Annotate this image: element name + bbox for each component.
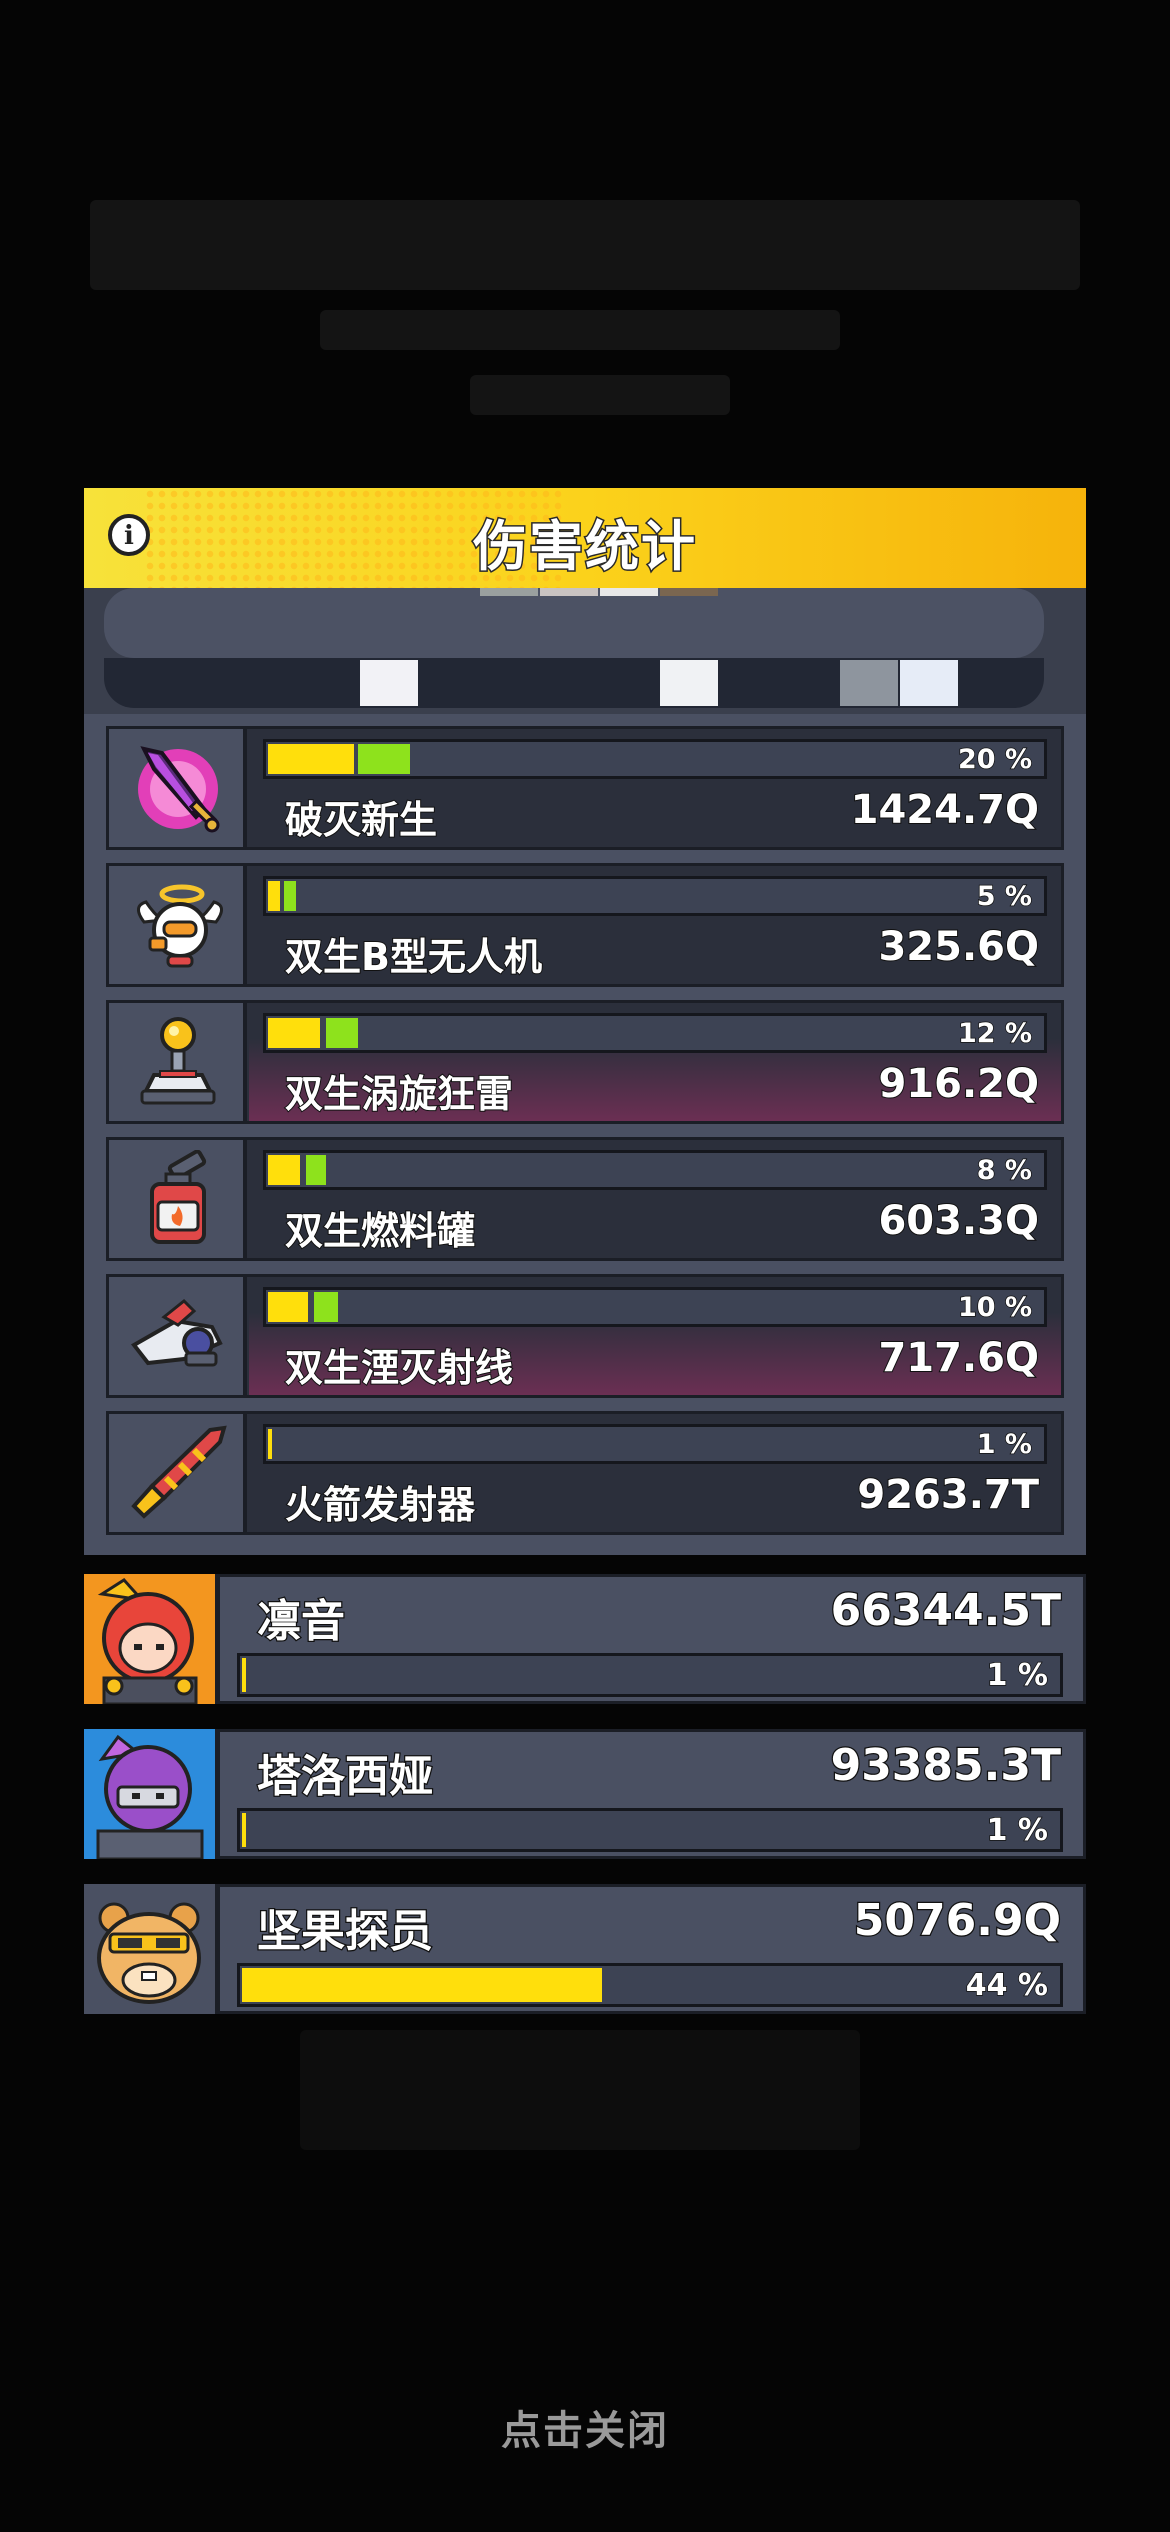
hero-name: 坚果探员 bbox=[256, 1905, 435, 1959]
void-sword-icon bbox=[109, 729, 247, 847]
angel-drone-icon bbox=[109, 866, 247, 984]
bar-fill-yellow bbox=[268, 1292, 308, 1322]
skill-name: 双生B型无人机 bbox=[284, 934, 543, 980]
skill-damage: 1424.7Q bbox=[850, 786, 1040, 834]
skill-damage: 325.6Q bbox=[877, 923, 1040, 971]
skill-damage: 603.3Q bbox=[877, 1197, 1040, 1245]
censored-strip bbox=[84, 588, 1086, 714]
skill-percent: 20 % bbox=[957, 743, 1033, 776]
hero-damage: 5076.9Q bbox=[853, 1894, 1063, 1948]
bar-fill-yellow bbox=[268, 881, 280, 911]
bar-fill-yellow bbox=[242, 1813, 246, 1847]
skill-body: 5 % 双生B型无人机 325.6Q bbox=[249, 866, 1061, 984]
bar-fill-green bbox=[314, 1292, 338, 1322]
panel-header: i 伤害统计 bbox=[84, 488, 1086, 588]
skill-damage-bar: 20 % bbox=[263, 739, 1047, 779]
censored-block bbox=[660, 588, 718, 596]
skill-percent: 10 % bbox=[957, 1291, 1033, 1324]
bar-fill-yellow bbox=[268, 1018, 320, 1048]
hero-percent: 44 % bbox=[965, 1967, 1049, 2004]
hero-percent: 1 % bbox=[986, 1657, 1049, 1694]
bar-fill-green bbox=[284, 881, 296, 911]
blurred-background-block bbox=[300, 2030, 860, 2150]
red-hair-girl-portrait bbox=[84, 1574, 220, 1704]
skill-body: 10 % 双生湮灭射线 717.6Q bbox=[249, 1277, 1061, 1395]
skill-row-2: 12 % 双生涡旋狂雷 916.2Q bbox=[106, 1000, 1064, 1124]
censored-block bbox=[480, 588, 538, 596]
skill-damage: 717.6Q bbox=[877, 1334, 1040, 1382]
skill-row-3: 8 % 双生燃料罐 603.3Q bbox=[106, 1137, 1064, 1261]
censored-block bbox=[600, 588, 658, 596]
bar-fill-green bbox=[358, 744, 410, 774]
skill-row-4: 10 % 双生湮灭射线 717.6Q bbox=[106, 1274, 1064, 1398]
censored-block bbox=[660, 660, 718, 706]
skill-percent: 1 % bbox=[976, 1428, 1033, 1461]
panel-title: 伤害统计 bbox=[472, 514, 697, 580]
bar-fill-yellow bbox=[268, 1429, 272, 1459]
skill-damage-bar: 12 % bbox=[263, 1013, 1047, 1053]
rocket-launcher-icon bbox=[109, 1414, 247, 1532]
hero-row-0: 凛音 66344.5T 1 % bbox=[84, 1574, 1086, 1704]
skill-name: 火箭发射器 bbox=[284, 1482, 476, 1528]
hero-damage-bar: 44 % bbox=[237, 1963, 1063, 2007]
skill-name: 破灭新生 bbox=[284, 797, 438, 843]
hamster-scout-portrait bbox=[84, 1884, 220, 2014]
skill-percent: 12 % bbox=[957, 1017, 1033, 1050]
blurred-background-title bbox=[90, 200, 1080, 290]
damage-stats-panel: i 伤害统计 20 % 破灭新生 1424.7Q 5 % 双生B型无人机 325… bbox=[84, 488, 1086, 1555]
skill-list: 20 % 破灭新生 1424.7Q 5 % 双生B型无人机 325.6Q 12 … bbox=[84, 714, 1086, 1555]
hero-damage: 93385.3T bbox=[829, 1739, 1062, 1793]
purple-ninja-portrait bbox=[84, 1729, 220, 1859]
skill-body: 12 % 双生涡旋狂雷 916.2Q bbox=[249, 1003, 1061, 1121]
censored-block bbox=[540, 588, 598, 596]
blurred-background-line bbox=[320, 310, 840, 350]
skill-body: 8 % 双生燃料罐 603.3Q bbox=[249, 1140, 1061, 1258]
hero-percent: 1 % bbox=[986, 1812, 1049, 1849]
skill-percent: 8 % bbox=[976, 1154, 1033, 1187]
bar-fill-yellow bbox=[268, 744, 354, 774]
skill-damage-bar: 8 % bbox=[263, 1150, 1047, 1190]
bar-fill-green bbox=[326, 1018, 358, 1048]
laser-gun-icon bbox=[109, 1277, 247, 1395]
skill-percent: 5 % bbox=[976, 880, 1033, 913]
hero-row-1: 塔洛西娅 93385.3T 1 % bbox=[84, 1729, 1086, 1859]
skill-damage: 916.2Q bbox=[877, 1060, 1040, 1108]
hero-name: 凛音 bbox=[256, 1595, 347, 1649]
hero-damage-bar: 1 % bbox=[237, 1808, 1063, 1852]
fuel-tank-icon bbox=[109, 1140, 247, 1258]
censored-block bbox=[840, 660, 898, 706]
hero-damage-bar: 1 % bbox=[237, 1653, 1063, 1697]
skill-body: 1 % 火箭发射器 9263.7T bbox=[249, 1414, 1061, 1532]
skill-body: 20 % 破灭新生 1424.7Q bbox=[249, 729, 1061, 847]
skill-row-0: 20 % 破灭新生 1424.7Q bbox=[106, 726, 1064, 850]
skill-damage-bar: 1 % bbox=[263, 1424, 1047, 1464]
hero-name: 塔洛西娅 bbox=[256, 1750, 435, 1804]
bar-fill-green bbox=[306, 1155, 326, 1185]
skill-row-5: 1 % 火箭发射器 9263.7T bbox=[106, 1411, 1064, 1535]
skill-row-1: 5 % 双生B型无人机 325.6Q bbox=[106, 863, 1064, 987]
hero-damage: 66344.5T bbox=[829, 1584, 1062, 1638]
skill-name: 双生涡旋狂雷 bbox=[284, 1071, 514, 1117]
bar-fill-yellow bbox=[268, 1155, 300, 1185]
censored-block bbox=[104, 588, 1044, 658]
bar-fill-yellow bbox=[242, 1658, 246, 1692]
skill-name: 双生湮灭射线 bbox=[284, 1345, 514, 1391]
skill-name: 双生燃料罐 bbox=[284, 1208, 476, 1254]
thunder-orb-icon bbox=[109, 1003, 247, 1121]
bar-fill-yellow bbox=[242, 1968, 602, 2002]
tap-to-close-button[interactable]: 点击关闭 bbox=[0, 2398, 1170, 2456]
blurred-background-line bbox=[470, 375, 730, 415]
skill-damage: 9263.7T bbox=[856, 1471, 1040, 1519]
skill-damage-bar: 5 % bbox=[263, 876, 1047, 916]
censored-block bbox=[900, 660, 958, 706]
skill-damage-bar: 10 % bbox=[263, 1287, 1047, 1327]
hero-row-2: 坚果探员 5076.9Q 44 % bbox=[84, 1884, 1086, 2014]
censored-block bbox=[360, 660, 418, 706]
